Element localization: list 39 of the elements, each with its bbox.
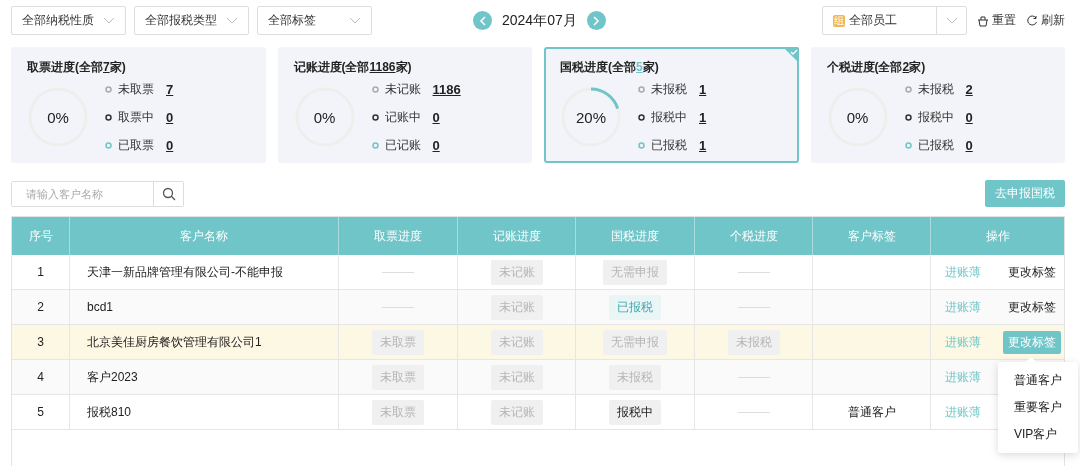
stat-label: 报税中: [651, 108, 687, 126]
month-label: 2024年07月: [502, 11, 577, 30]
progress-percent: 0%: [47, 109, 69, 125]
customer-name-cell: 报税810: [69, 395, 338, 429]
stat-label: 未报税: [917, 80, 954, 98]
row-number-cell-text: 4: [36, 369, 45, 386]
group-badge: 组: [833, 14, 845, 27]
status-tag: 未报税: [609, 364, 661, 390]
progress-percent: 20%: [576, 109, 606, 125]
stat-label: 未报税: [651, 80, 687, 98]
employee-label: 全部员工: [849, 12, 897, 29]
row-number-cell-text: 3: [36, 334, 45, 351]
status-tag: 未报税: [727, 329, 780, 355]
column-header: 序号: [27, 227, 54, 245]
card-title: 个税进度(全部2家): [826, 59, 927, 76]
progress-percent: 0%: [846, 109, 869, 125]
customer-name-cell: bcd1: [69, 290, 338, 324]
row-number-cell-text: 5: [36, 404, 45, 421]
stat-label: 取票中: [118, 108, 154, 126]
stat-label: 已报税: [917, 136, 954, 154]
stat-label: 已取票: [118, 136, 154, 154]
stat-label: 已报税: [651, 136, 687, 154]
stat-label: 记账中: [384, 108, 421, 126]
stat-label: 未记账: [384, 80, 421, 98]
customer-name-cell: 客户2023: [69, 360, 338, 394]
customer-tag-cell: 普通客户: [812, 395, 930, 429]
status-tag: 已报税: [609, 294, 661, 320]
row-number-cell-text: 1: [36, 264, 45, 281]
progress-percent: 0%: [313, 109, 336, 125]
stat-label: 未取票: [118, 80, 154, 98]
status-tag: 报税中: [609, 399, 661, 425]
customer-name-cell: 天津一新品牌管理有限公司-不能申报: [69, 255, 338, 289]
row-number-cell-text: 2: [36, 299, 45, 316]
customer-name-cell: 北京美佳厨房餐饮管理有限公司1: [69, 325, 338, 359]
card-title: 国税进度(全部5家): [560, 59, 660, 76]
card-title: 记账进度(全部1186家): [293, 59, 413, 76]
stat-label: 已记账: [384, 136, 421, 154]
card-title: 取票进度(全部7家): [27, 59, 127, 76]
stat-label: 报税中: [917, 108, 954, 126]
